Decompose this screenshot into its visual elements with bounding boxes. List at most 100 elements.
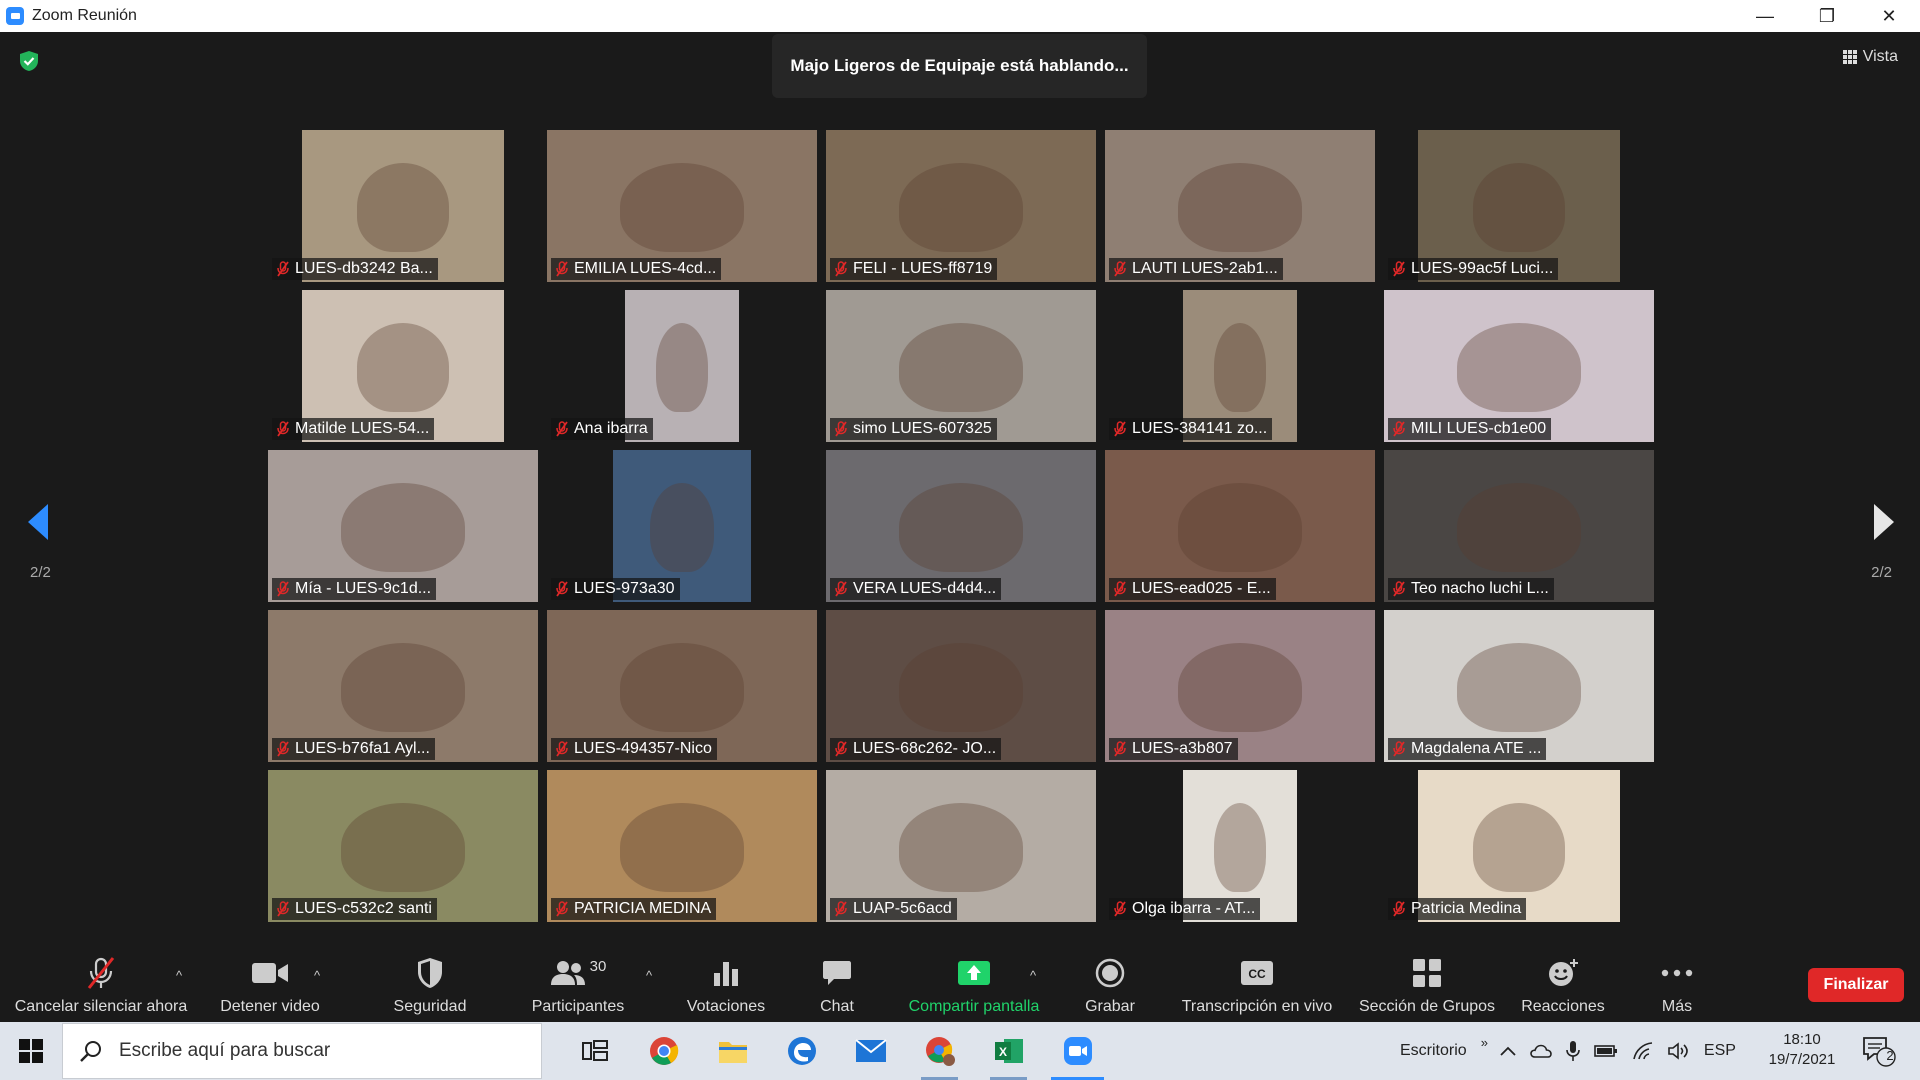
- input-language-indicator[interactable]: ESP: [1704, 1042, 1736, 1060]
- taskbar-chrome[interactable]: [629, 1022, 698, 1080]
- reactions-label: Reacciones: [1521, 998, 1605, 1015]
- record-button[interactable]: Grabar: [1070, 948, 1150, 1022]
- participant-tile[interactable]: LUES-b76fa1 Ayl...: [268, 610, 538, 762]
- taskbar-zoom[interactable]: [1043, 1022, 1112, 1080]
- toolbar-expand-chevron[interactable]: »: [1481, 1035, 1488, 1050]
- participant-tile[interactable]: Ana ibarra: [547, 290, 817, 442]
- minimize-button[interactable]: —: [1734, 0, 1796, 32]
- participants-icon: [550, 961, 585, 985]
- window-title: Zoom Reunión: [32, 7, 137, 24]
- close-button[interactable]: ✕: [1858, 0, 1920, 32]
- muted-microphone-icon: [277, 261, 289, 277]
- participant-tile[interactable]: LUES-99ac5f Luci...: [1384, 130, 1654, 282]
- participant-tile[interactable]: LAUTI LUES-2ab1...: [1105, 130, 1375, 282]
- taskbar-file-explorer[interactable]: [698, 1022, 767, 1080]
- muted-microphone-icon: [556, 901, 568, 917]
- participant-tile[interactable]: LUES-973a30: [547, 450, 817, 602]
- unmute-label: Cancelar silenciar ahora: [14, 998, 188, 1015]
- taskbar-search-box[interactable]: [62, 1023, 542, 1079]
- muted-microphone-icon: [556, 261, 568, 277]
- reactions-button[interactable]: Reacciones: [1516, 948, 1610, 1022]
- participant-tile[interactable]: FELI - LUES-ff8719: [826, 130, 1096, 282]
- participant-tile[interactable]: LUES-ead025 - E...: [1105, 450, 1375, 602]
- previous-page-arrow-icon[interactable]: [26, 502, 50, 542]
- participant-tile[interactable]: LUES-384141 zo...: [1105, 290, 1375, 442]
- wifi-icon[interactable]: [1632, 1042, 1654, 1060]
- participant-name: Mía - LUES-9c1d...: [295, 580, 432, 597]
- taskbar-search-input[interactable]: [117, 1039, 501, 1063]
- onedrive-cloud-icon[interactable]: [1530, 1044, 1552, 1058]
- breakout-rooms-icon: [1413, 959, 1441, 987]
- participant-name-tag: LUES-384141 zo...: [1109, 418, 1273, 440]
- participant-name-tag: Matilde LUES-54...: [272, 418, 435, 440]
- desktop-toolbar-label[interactable]: Escritorio: [1400, 1042, 1467, 1060]
- muted-microphone-icon: [1114, 581, 1126, 597]
- participant-tile[interactable]: LUES-db3242 Ba...: [268, 130, 538, 282]
- participant-tile[interactable]: Mía - LUES-9c1d...: [268, 450, 538, 602]
- task-view-button[interactable]: [560, 1022, 629, 1080]
- participant-tile[interactable]: LUES-a3b807: [1105, 610, 1375, 762]
- participant-tile[interactable]: LUES-c532c2 santi: [268, 770, 538, 922]
- breakout-rooms-button[interactable]: Sección de Grupos: [1354, 948, 1500, 1022]
- share-screen-button[interactable]: Compartir pantalla: [900, 948, 1048, 1022]
- participant-name: simo LUES-607325: [853, 420, 992, 437]
- closed-captions-icon: CC: [1241, 961, 1273, 985]
- participant-tile[interactable]: Matilde LUES-54...: [268, 290, 538, 442]
- record-icon: [1095, 958, 1125, 988]
- more-button[interactable]: Más: [1640, 948, 1714, 1022]
- video-options-caret[interactable]: ^: [314, 968, 320, 983]
- participant-name: LAUTI LUES-2ab1...: [1132, 260, 1278, 277]
- audio-options-caret[interactable]: ^: [176, 968, 182, 983]
- participant-tile[interactable]: LUES-494357-Nico: [547, 610, 817, 762]
- participant-tile[interactable]: MILI LUES-cb1e00: [1384, 290, 1654, 442]
- participant-name: LUAP-5c6acd: [853, 900, 952, 917]
- taskbar-excel[interactable]: X: [974, 1022, 1043, 1080]
- taskbar-mail[interactable]: [836, 1022, 905, 1080]
- end-meeting-button[interactable]: Finalizar: [1808, 968, 1904, 1002]
- taskbar-clock[interactable]: 18:10 19/7/2021: [1752, 1030, 1852, 1070]
- unmute-button[interactable]: Cancelar silenciar ahora: [8, 948, 194, 1022]
- participants-label: Participantes: [531, 998, 625, 1015]
- live-transcription-button[interactable]: CC Transcripción en vivo: [1174, 948, 1340, 1022]
- participant-tile[interactable]: Teo nacho luchi L...: [1384, 450, 1654, 602]
- participant-tile[interactable]: simo LUES-607325: [826, 290, 1096, 442]
- chat-button[interactable]: Chat: [800, 948, 874, 1022]
- show-hidden-icons-chevron-icon[interactable]: [1500, 1046, 1516, 1056]
- polls-label: Votaciones: [686, 998, 766, 1015]
- security-button[interactable]: Seguridad: [380, 948, 480, 1022]
- restore-button[interactable]: ❐: [1796, 0, 1858, 32]
- taskbar-chrome-profile[interactable]: [905, 1022, 974, 1080]
- taskbar-edge[interactable]: [767, 1022, 836, 1080]
- polls-button[interactable]: Votaciones: [676, 948, 776, 1022]
- participant-gallery: LUES-db3242 Ba... EMILIA LUES-4cd... FELI …: [268, 130, 1654, 922]
- participant-tile[interactable]: EMILIA LUES-4cd...: [547, 130, 817, 282]
- notification-count: 2: [1886, 1048, 1894, 1063]
- microphone-icon[interactable]: [1566, 1040, 1580, 1062]
- chat-bubble-icon: [823, 961, 851, 985]
- participant-tile[interactable]: LUES-68c262- JO...: [826, 610, 1096, 762]
- stop-video-button[interactable]: Detener video: [210, 948, 330, 1022]
- participant-name-tag: Teo nacho luchi L...: [1388, 578, 1554, 600]
- action-center-button[interactable]: 2: [1862, 1035, 1896, 1072]
- battery-icon[interactable]: [1594, 1044, 1618, 1058]
- participant-tile[interactable]: LUAP-5c6acd: [826, 770, 1096, 922]
- stop-video-label: Detener video: [220, 998, 320, 1015]
- volume-icon[interactable]: [1668, 1042, 1690, 1060]
- participant-tile[interactable]: PATRICIA MEDINA: [547, 770, 817, 922]
- participant-tile[interactable]: Magdalena ATE ...: [1384, 610, 1654, 762]
- participants-button[interactable]: 30 Participantes: [524, 948, 632, 1022]
- participants-options-caret[interactable]: ^: [646, 968, 652, 983]
- participant-tile[interactable]: Olga ibarra - AT...: [1105, 770, 1375, 922]
- view-button[interactable]: Vista: [1842, 48, 1898, 66]
- grid-view-icon: [1842, 50, 1857, 64]
- participant-name-tag: MILI LUES-cb1e00: [1388, 418, 1552, 440]
- participant-tile[interactable]: Patricia Medina: [1384, 770, 1654, 922]
- share-screen-icon: [958, 961, 990, 985]
- start-button[interactable]: [0, 1022, 62, 1080]
- security-shield-icon[interactable]: [18, 50, 40, 72]
- share-options-caret[interactable]: ^: [1030, 968, 1036, 983]
- muted-microphone-icon: [1114, 741, 1126, 757]
- muted-microphone-icon: [1114, 901, 1126, 917]
- participant-tile[interactable]: VERA LUES-d4d4...: [826, 450, 1096, 602]
- next-page-arrow-icon[interactable]: [1872, 502, 1896, 542]
